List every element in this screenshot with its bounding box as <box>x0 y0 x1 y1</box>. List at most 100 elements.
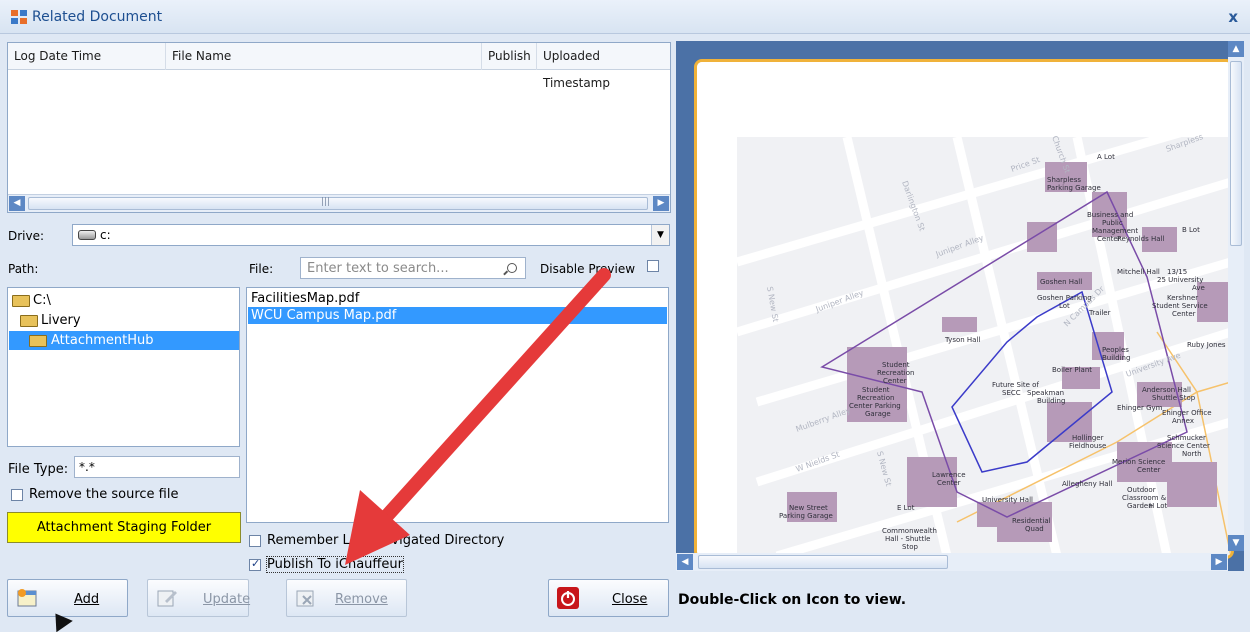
disable-preview-checkbox[interactable] <box>647 260 659 272</box>
svg-text:25 University: 25 University <box>1157 276 1203 284</box>
svg-text:Center: Center <box>883 377 907 385</box>
add-document-icon <box>17 589 37 607</box>
tree-item-label: C:\ <box>33 293 51 308</box>
svg-text:Peoples: Peoples <box>1102 346 1129 354</box>
svg-text:Annex: Annex <box>1172 417 1194 425</box>
chevron-down-icon[interactable]: ▼ <box>651 225 669 245</box>
svg-text:Future Site of: Future Site of <box>992 381 1039 389</box>
file-list[interactable]: FacilitiesMap.pdf WCU Campus Map.pdf <box>246 287 669 523</box>
svg-text:Kershner: Kershner <box>1167 294 1198 302</box>
svg-text:Tyson Hall: Tyson Hall <box>944 336 980 344</box>
svg-text:Lot: Lot <box>1059 302 1070 310</box>
document-icon <box>11 10 27 24</box>
svg-text:Merion Science: Merion Science <box>1112 458 1165 466</box>
scroll-thumb[interactable] <box>1230 61 1242 246</box>
svg-text:Sharpless: Sharpless <box>1047 176 1081 184</box>
svg-text:Mitchell Hall: Mitchell Hall <box>1117 268 1160 276</box>
scroll-left-icon[interactable]: ◀ <box>9 196 25 211</box>
file-item-facilitiesmap[interactable]: FacilitiesMap.pdf <box>248 290 667 307</box>
svg-text:Fieldhouse: Fieldhouse <box>1069 442 1106 450</box>
document-preview[interactable]: A Lot Sharpless Parking Garage Business an… <box>676 41 1244 571</box>
svg-text:Anderson Hall: Anderson Hall <box>1142 386 1191 394</box>
svg-text:Goshen Hall: Goshen Hall <box>1040 278 1082 286</box>
svg-text:Trailer: Trailer <box>1088 309 1111 317</box>
remove-source-checkbox[interactable] <box>11 489 23 501</box>
svg-text:Student Service: Student Service <box>1152 302 1208 310</box>
svg-text:Commonwealth: Commonwealth <box>882 527 937 535</box>
svg-text:Center: Center <box>1172 310 1196 318</box>
file-type-input[interactable]: *.* <box>74 456 240 478</box>
svg-text:Allegheny Hall: Allegheny Hall <box>1062 480 1112 488</box>
remember-directory-checkbox[interactable] <box>249 535 261 547</box>
scroll-thumb[interactable]: ||| <box>28 197 648 210</box>
remove-button[interactable]: Remove <box>286 579 407 617</box>
column-uploaded-timestamp[interactable]: Uploaded Timestamp <box>537 43 670 90</box>
preview-page: A Lot Sharpless Parking Garage Business an… <box>694 59 1234 559</box>
grid-header: Log Date Time File Name Publish Uploaded… <box>8 43 670 90</box>
svg-text:Residential: Residential <box>1012 517 1051 525</box>
scroll-down-icon[interactable]: ▼ <box>1228 535 1244 551</box>
remove-document-icon <box>296 590 314 607</box>
svg-text:Classroom &: Classroom & <box>1122 494 1167 502</box>
column-publish[interactable]: Publish <box>482 43 537 70</box>
scroll-up-icon[interactable]: ▲ <box>1228 41 1244 57</box>
tree-item-attachmenthub[interactable]: AttachmentHub <box>9 331 239 350</box>
window-title: Related Document <box>32 9 163 25</box>
preview-vertical-scrollbar[interactable]: ▲ ▼ <box>1228 41 1244 551</box>
path-label: Path: <box>8 262 39 276</box>
svg-text:North: North <box>1182 450 1202 458</box>
column-file-name[interactable]: File Name <box>166 43 482 70</box>
svg-text:E Lot: E Lot <box>897 504 915 512</box>
svg-text:New Street: New Street <box>789 504 828 512</box>
tree-item-livery[interactable]: Livery <box>17 311 87 330</box>
svg-text:Recreation: Recreation <box>857 394 894 402</box>
file-search-input[interactable]: Enter text to search... <box>300 257 526 279</box>
svg-text:Center: Center <box>937 479 961 487</box>
svg-text:B Lot: B Lot <box>1182 226 1200 234</box>
title-bar: Related Document x <box>0 0 1250 34</box>
scroll-left-icon[interactable]: ◀ <box>677 554 693 570</box>
drive-select[interactable]: c: ▼ <box>72 224 670 246</box>
preview-horizontal-scrollbar[interactable]: ◀ ▶ <box>676 553 1228 571</box>
path-tree[interactable]: C:\ Livery AttachmentHub <box>7 287 240 447</box>
publish-checkbox[interactable] <box>249 557 261 571</box>
add-button[interactable]: Add <box>7 579 128 617</box>
svg-text:Building: Building <box>1102 354 1130 362</box>
campus-map: A LotSharplessParking Garage Business an… <box>697 62 1231 556</box>
close-icon[interactable]: x <box>1228 8 1238 26</box>
publish-label: Publish To iChauffeur <box>266 556 404 573</box>
attachment-staging-folder-button[interactable]: Attachment Staging Folder <box>7 512 241 543</box>
svg-text:Stop: Stop <box>902 543 918 551</box>
svg-text:A Lot: A Lot <box>1097 153 1115 161</box>
svg-text:University Hall: University Hall <box>982 496 1033 504</box>
document-grid[interactable]: Log Date Time File Name Publish Uploaded… <box>7 42 671 213</box>
preview-hint: Double-Click on Icon to view. <box>678 592 907 608</box>
scroll-thumb[interactable] <box>698 555 948 569</box>
close-button[interactable]: Close <box>548 579 669 617</box>
svg-text:Quad: Quad <box>1025 525 1044 533</box>
tree-item-root[interactable]: C:\ <box>9 291 57 310</box>
svg-text:Building: Building <box>1037 397 1065 405</box>
svg-text:Boiler Plant: Boiler Plant <box>1052 366 1092 374</box>
scroll-right-icon[interactable]: ▶ <box>1211 554 1227 570</box>
remember-directory-label: Remember Last Navigated Directory <box>267 533 505 548</box>
svg-text:Lawrence: Lawrence <box>932 471 966 479</box>
grid-horizontal-scrollbar[interactable]: ◀ ||| ▶ <box>8 194 670 212</box>
scroll-right-icon[interactable]: ▶ <box>653 196 669 211</box>
update-button[interactable]: Update <box>147 579 250 617</box>
remove-source-label: Remove the source file <box>29 487 179 502</box>
power-icon <box>557 587 579 609</box>
file-item-wcu-campus-map[interactable]: WCU Campus Map.pdf <box>248 307 667 324</box>
svg-text:Science Center: Science Center <box>1157 442 1210 450</box>
svg-text:Hall - Shuttle: Hall - Shuttle <box>885 535 930 543</box>
svg-text:13/15: 13/15 <box>1167 268 1187 276</box>
column-log-date-time[interactable]: Log Date Time <box>8 43 166 70</box>
svg-text:Parking Garage: Parking Garage <box>1047 184 1101 192</box>
svg-text:Shuttle Stop: Shuttle Stop <box>1152 394 1196 402</box>
folder-open-icon <box>20 315 38 327</box>
edit-document-icon <box>157 590 177 607</box>
file-type-label: File Type: <box>8 462 69 477</box>
folder-open-icon <box>12 295 30 307</box>
file-label: File: <box>249 262 274 276</box>
svg-text:Outdoor: Outdoor <box>1127 486 1156 494</box>
